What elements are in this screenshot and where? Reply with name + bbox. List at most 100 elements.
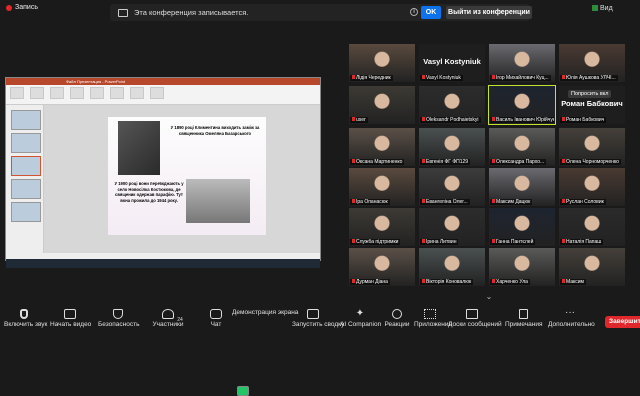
ribbon-button	[10, 87, 24, 99]
participant-tile[interactable]: Ігор Михайлович Куц...	[489, 44, 555, 82]
participant-name-text: Руслан Соловик	[566, 199, 604, 205]
toolbar-item-summary[interactable]: Запустить сводку	[292, 309, 344, 328]
toolbar-item-ai-companion[interactable]: ✦ AI Companion	[340, 309, 382, 329]
participant-name: Харченко Ула	[490, 279, 530, 285]
toolbar-item-chat[interactable]: Чат	[206, 309, 226, 328]
participant-name: Служба підтримки	[350, 239, 401, 245]
muted-mic-icon	[352, 117, 355, 121]
slide-thumbnail	[11, 202, 41, 222]
participant-name: Евгенія ФГ ФП129	[420, 159, 471, 165]
powerpoint-title-bar: Файл Презентация - PowerPoint	[6, 78, 320, 85]
muted-mic-icon	[422, 75, 425, 79]
participant-name-text: Іра Опанасюк	[356, 199, 388, 205]
participant-name-text: Евангеліна Олег...	[426, 199, 468, 205]
participant-tile[interactable]: Максим	[559, 248, 625, 286]
toolbar-item-label: Приложения	[414, 321, 453, 328]
muted-mic-icon	[562, 199, 565, 203]
participant-name: Іра Опанасюк	[350, 199, 390, 205]
participant-tile[interactable]: Олена Чорноморченко	[559, 128, 625, 166]
participant-tile[interactable]: Максим Дацюк	[489, 168, 555, 206]
participant-tile[interactable]: Харченко Ула	[489, 248, 555, 286]
toolbar-item-share-screen[interactable]: Демонстрация экрана	[232, 309, 298, 396]
grid-view-icon	[592, 5, 598, 12]
camera-icon	[64, 309, 76, 319]
ribbon-button	[50, 87, 64, 99]
participant-tile[interactable]: Оксана Мартиненко	[349, 128, 415, 166]
participant-name: Лідія Чередник	[350, 75, 393, 81]
shared-screen[interactable]: Файл Презентация - PowerPoint У 1890 роц…	[5, 77, 321, 268]
muted-mic-icon	[492, 159, 495, 163]
participant-tile[interactable]: Oleksandr Podhaietskyi	[419, 86, 485, 124]
participant-tile[interactable]: Ірина Литвин	[419, 208, 485, 246]
toolbar-item-shield[interactable]: Безопасность	[98, 309, 139, 328]
view-label: Вид	[600, 5, 613, 12]
muted-mic-icon	[562, 75, 565, 79]
participant-tile[interactable]: Юлія Аушкова УЛЧЇ...	[559, 44, 625, 82]
participant-tile[interactable]: Василь Іванович Юрійчук	[488, 85, 556, 125]
request-video-button[interactable]: Попросить вкл	[568, 90, 612, 98]
chevron-down-icon[interactable]: ⌄	[482, 293, 496, 301]
shield-icon	[113, 309, 123, 319]
participant-count: 24	[177, 317, 183, 323]
participant-name-text: Максим Дацюк	[496, 199, 531, 205]
toolbar-item-label: Включить звук	[4, 321, 48, 328]
participant-tile[interactable]: Олександра Пархо...	[489, 128, 555, 166]
participant-name-text: Ігор Михайлович Куц...	[496, 75, 549, 81]
participant-tile[interactable]: Евангеліна Олег...	[419, 168, 485, 206]
participant-name: Vasyl Kostyniuk	[420, 75, 463, 81]
muted-mic-icon	[492, 75, 495, 79]
participant-name-text: Евгенія ФГ ФП129	[426, 159, 469, 165]
toolbar-item-label: Чат	[210, 321, 222, 328]
participant-name-text: Ганна Пантєлей	[496, 239, 534, 245]
participant-name: Oleksandr Podhaietskyi	[420, 117, 481, 123]
recording-indicator[interactable]: Запись	[6, 4, 38, 11]
participant-name: Наталія Папаш	[560, 239, 604, 245]
ribbon-button	[110, 87, 124, 99]
leave-meeting-button[interactable]: Выйти из конференции	[446, 6, 532, 19]
participant-display-name: Роман Бабкович	[561, 99, 623, 108]
participant-name-text: Vasyl Kostyniuk	[426, 75, 461, 81]
participant-name-text: Служба підтримки	[356, 239, 399, 245]
view-button[interactable]: Вид	[592, 5, 613, 12]
share-screen-icon	[237, 386, 249, 396]
end-meeting-button[interactable]: Завершить	[605, 316, 640, 328]
muted-mic-icon	[352, 239, 355, 243]
ok-button[interactable]: OK	[421, 6, 441, 19]
participant-name: Ірина Литвин	[420, 239, 459, 245]
participant-tile[interactable]: Руслан Соловик	[559, 168, 625, 206]
participant-tile[interactable]: Ганна Пантєлей	[489, 208, 555, 246]
recording-notice-text: Эта конференция записывается.	[134, 8, 249, 17]
toolbar-item-label: Доски сообщений	[448, 321, 502, 328]
participant-tile[interactable]: user	[349, 86, 415, 124]
toolbar-item-camera[interactable]: Начать видео	[50, 309, 91, 328]
microphone-icon	[20, 309, 28, 319]
participant-tile[interactable]: Евгенія ФГ ФП129	[419, 128, 485, 166]
participant-name-text: Ірина Литвин	[426, 239, 457, 245]
powerpoint-ribbon	[6, 85, 320, 105]
participant-tile[interactable]: Служба підтримки	[349, 208, 415, 246]
participant-tile[interactable]: Вікторія Коновалюк	[419, 248, 485, 286]
participant-display-name: Vasyl Kostyniuk	[423, 57, 481, 66]
participant-tile[interactable]: Лідія Чередник	[349, 44, 415, 82]
toolbar-item-whiteboard[interactable]: Доски сообщений	[448, 309, 502, 328]
info-icon[interactable]: i	[410, 8, 418, 16]
toolbar-item-label: Реакции	[384, 321, 410, 328]
toolbar-item-label: AI Companion	[340, 321, 382, 328]
participant-name: Дурман Діана	[350, 279, 390, 285]
ribbon-button	[70, 87, 84, 99]
toolbar-item-participants[interactable]: 24 Участники	[148, 309, 188, 328]
participant-tile[interactable]: Іра Опанасюк	[349, 168, 415, 206]
participant-tile[interactable]: Наталія Папаш	[559, 208, 625, 246]
toolbar-item-apps[interactable]: Приложения	[414, 309, 453, 328]
toolbar-item-microphone[interactable]: Включить звук	[4, 309, 48, 328]
chat-icon	[210, 309, 222, 319]
apps-icon	[424, 309, 436, 319]
participant-tile[interactable]: Дурман Діана	[349, 248, 415, 286]
toolbar-item-more[interactable]: ··· Дополнительно	[548, 308, 595, 329]
toolbar-item-notes[interactable]: Примечания	[505, 309, 543, 328]
muted-mic-icon	[352, 159, 355, 163]
participant-name-text: Вікторія Коновалюк	[426, 279, 472, 285]
toolbar-item-reactions[interactable]: Реакции	[384, 309, 410, 328]
participant-name: Ігор Михайлович Куц...	[490, 75, 551, 81]
participant-tile[interactable]: Vasyl Kostyniuk Vasyl Kostyniuk	[419, 44, 485, 82]
